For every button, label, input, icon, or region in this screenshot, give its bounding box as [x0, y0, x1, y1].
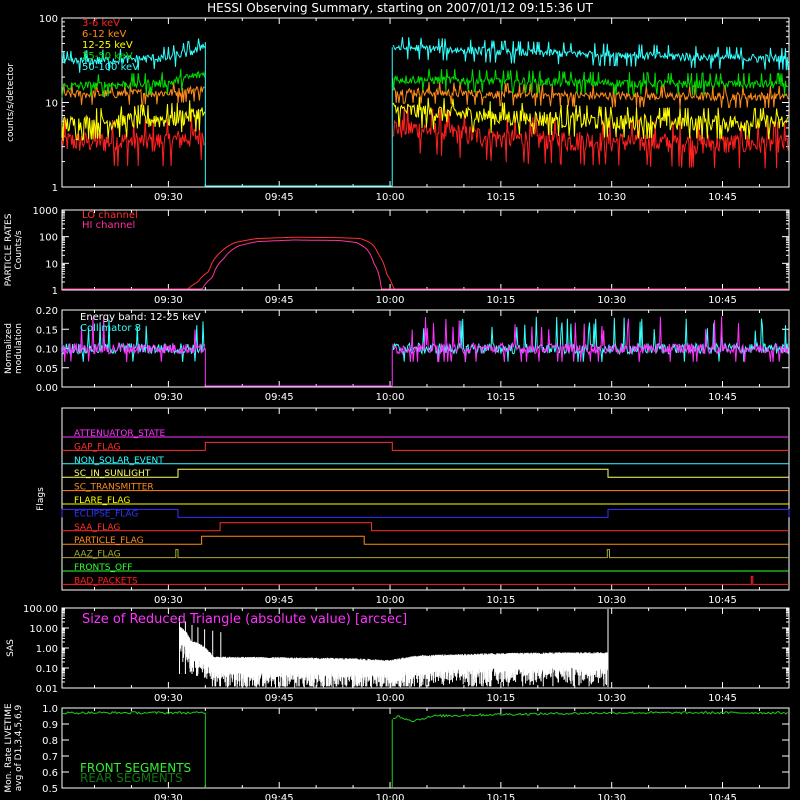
x-tick-label: 09:45 — [265, 793, 294, 800]
y-tick-label: 0.00 — [36, 383, 58, 394]
y-tick-label: 100 — [39, 14, 58, 25]
x-tick-label: 09:45 — [265, 595, 294, 606]
y-tick-label: 10 — [45, 99, 58, 110]
x-tick-label: 09:45 — [265, 693, 294, 704]
y-tick-label: 0.7 — [42, 752, 58, 763]
x-tick-label: 10:30 — [597, 693, 626, 704]
x-tick-label: 10:15 — [486, 392, 515, 403]
modulation-ylabel: Normalized — [4, 323, 14, 374]
x-tick-label: 10:00 — [376, 793, 405, 800]
y-tick-label: 1.00 — [36, 644, 58, 655]
sas-annotation: Size of Reduced Triangle (absolute value… — [82, 612, 407, 627]
x-tick-label: 10:30 — [597, 595, 626, 606]
y-tick-label: 0.6 — [42, 768, 58, 779]
flags-ylabel: Flags — [36, 487, 46, 511]
x-tick-label: 10:30 — [597, 295, 626, 306]
x-tick-label: 10:00 — [376, 295, 405, 306]
y-tick-label: 10 — [45, 259, 58, 270]
x-tick-label: 10:30 — [597, 392, 626, 403]
x-tick-label: 10:45 — [708, 192, 737, 203]
livetime-ylabel: avg of D1,3,4,5,6,9 — [14, 704, 24, 791]
x-tick-label: 10:00 — [376, 595, 405, 606]
y-tick-label: 1000 — [33, 206, 58, 217]
x-tick-label: 09:45 — [265, 295, 294, 306]
x-tick-label: 10:30 — [597, 793, 626, 800]
x-tick-label: 10:45 — [708, 693, 737, 704]
page-title: HESSI Observing Summary, starting on 200… — [207, 1, 593, 15]
y-tick-label: 0.15 — [36, 325, 58, 336]
x-tick-label: 10:00 — [376, 192, 405, 203]
particle_rates-ylabel: PARTICLE RATES — [4, 213, 14, 286]
x-tick-label: 10:15 — [486, 793, 515, 800]
x-tick-label: 09:30 — [154, 295, 183, 306]
x-tick-label: 10:15 — [486, 595, 515, 606]
y-tick-label: 100 — [39, 233, 58, 244]
x-tick-label: 10:15 — [486, 693, 515, 704]
x-tick-label: 09:30 — [154, 392, 183, 403]
y-tick-label: 0.05 — [36, 364, 58, 375]
legend-HI-channel: HI channel — [82, 220, 135, 231]
x-tick-label: 09:30 — [154, 595, 183, 606]
livetime-ylabel: Mon. Rate LIVETIME — [4, 703, 14, 793]
flag-label-eclipse-flag: ECLIPSE_FLAG — [74, 509, 138, 519]
count_rates-ylabel: counts/s/detector — [6, 63, 16, 142]
y-tick-label: 0.5 — [42, 784, 58, 795]
y-tick-label: 100.00 — [23, 604, 58, 615]
x-tick-label: 09:30 — [154, 793, 183, 800]
x-tick-label: 10:15 — [486, 295, 515, 306]
legend-3-6-keV: 3-6 keV — [82, 18, 120, 29]
x-tick-label: 10:00 — [376, 693, 405, 704]
x-tick-label: 09:30 — [154, 192, 183, 203]
y-tick-label: 1 — [52, 286, 58, 297]
x-tick-label: 09:45 — [265, 192, 294, 203]
y-tick-label: 1.0 — [42, 704, 58, 715]
hessi-summary-plots: HESSI Observing Summary, starting on 200… — [0, 0, 800, 800]
y-tick-label: 0.8 — [42, 736, 58, 747]
y-tick-label: 0.20 — [36, 306, 58, 317]
x-tick-label: 10:30 — [597, 192, 626, 203]
y-tick-label: 0.9 — [42, 720, 58, 731]
x-tick-label: 10:45 — [708, 595, 737, 606]
legend-50-100-keV: 50-100 keV — [82, 62, 139, 73]
particle_rates-ylabel: Counts/s — [14, 230, 24, 269]
x-tick-label: 10:45 — [708, 392, 737, 403]
x-tick-label: 10:45 — [708, 295, 737, 306]
y-tick-label: 0.10 — [36, 345, 58, 356]
legend-6-12-keV: 6-12 keV — [82, 29, 126, 40]
legend-rear-segments: REAR SEGMENTS — [80, 771, 183, 785]
modulation-ylabel: modulation — [14, 323, 24, 374]
legend-12-25-keV: 12-25 keV — [82, 40, 133, 51]
y-tick-label: 0.10 — [36, 664, 58, 675]
y-tick-label: 0.01 — [36, 684, 58, 695]
legend-25-50-keV: 25-50 keV — [82, 51, 133, 62]
x-tick-label: 10:00 — [376, 392, 405, 403]
x-tick-label: 09:45 — [265, 392, 294, 403]
legend-collimator-8: Collimator 8 — [80, 323, 141, 334]
x-tick-label: 09:30 — [154, 693, 183, 704]
x-tick-label: 10:15 — [486, 192, 515, 203]
x-tick-label: 10:45 — [708, 793, 737, 800]
y-tick-label: 10.00 — [29, 624, 58, 635]
sas-ylabel: SAS — [6, 639, 16, 657]
hessi-summary-page: HESSI Observing Summary, starting on 200… — [0, 0, 800, 800]
energy-band-label: Energy band: 12-25 keV — [80, 312, 201, 323]
y-tick-label: 1 — [52, 183, 58, 194]
